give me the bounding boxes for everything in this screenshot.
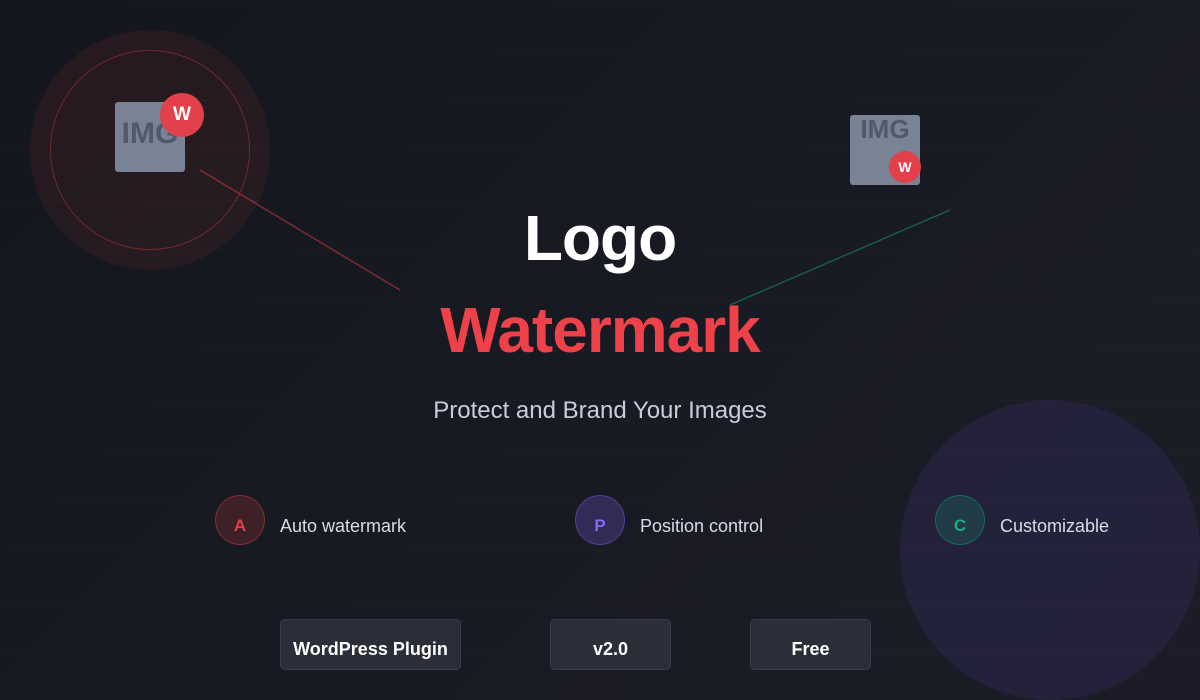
feature-letter-icon: C <box>935 495 985 545</box>
feature-label: Auto watermark <box>280 516 407 536</box>
watermark-badge-icon: W <box>889 151 921 183</box>
page-title-accent: Watermark <box>440 294 760 366</box>
feature-letter-icon: P <box>575 495 625 545</box>
hero-banner: IMG W IMG W Logo Watermark Protect and B… <box>0 0 1200 700</box>
tag-price: Free <box>750 619 871 670</box>
feature-letter-icon: A <box>215 495 265 545</box>
image-placeholder-label: IMG <box>860 114 910 144</box>
tag-wordpress-plugin: WordPress Plugin <box>280 619 461 670</box>
feature-label: Customizable <box>1000 516 1110 536</box>
tag-version: v2.0 <box>550 619 671 670</box>
page-title: Logo <box>523 202 677 274</box>
watermark-badge-icon: W <box>160 93 204 137</box>
feature-label: Position control <box>640 516 764 536</box>
page-subtitle: Protect and Brand Your Images <box>433 397 767 424</box>
purple-glow-circle <box>900 400 1200 700</box>
